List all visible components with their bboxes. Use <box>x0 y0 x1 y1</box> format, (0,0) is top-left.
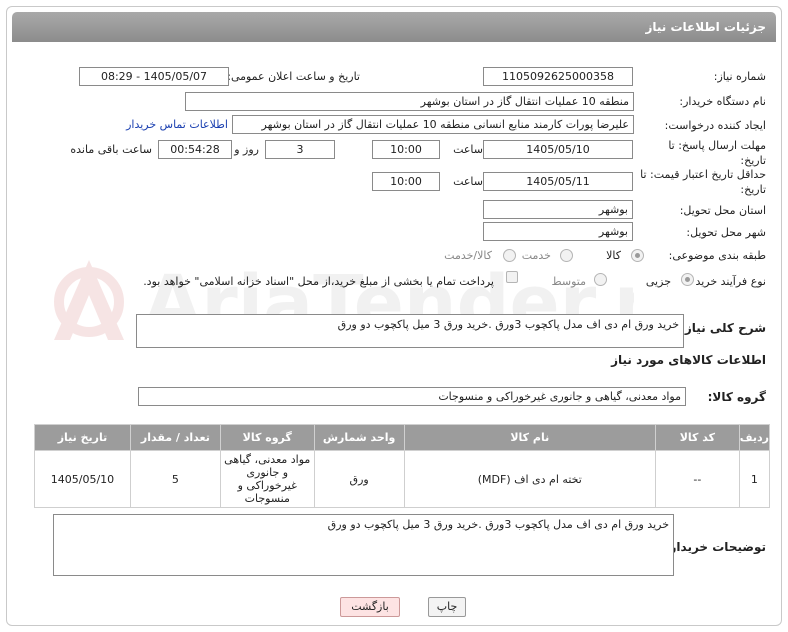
buyer-field: منطقه 10 عملیات انتقال گاز در استان بوشه… <box>185 92 634 111</box>
cell-group: مواد معدنی، گیاهی و جانوری غیرخوراکی و م… <box>219 450 315 508</box>
cell-date: 1405/05/10 <box>34 450 131 508</box>
col-name: نام کالا <box>403 424 656 451</box>
deadline-time-label: ساعت <box>453 143 483 156</box>
category-option-goods: کالا <box>606 249 621 262</box>
col-code: کد کالا <box>654 424 740 451</box>
days-label: روز و <box>234 143 259 156</box>
process-option-medium: متوسط <box>551 275 586 288</box>
process-label: نوع فرآیند خرید : <box>688 275 766 288</box>
print-button[interactable]: چاپ <box>428 597 466 617</box>
table-header-row: ردیف کد کالا نام کالا واحد شمارش گروه کا… <box>34 424 771 451</box>
process-radio-medium[interactable] <box>594 273 607 286</box>
process-option-minor: جزیی <box>645 275 671 288</box>
col-qty: تعداد / مقدار <box>129 424 221 451</box>
description-textarea[interactable]: خرید ورق ام دی اف مدل پاکچوب 3ورق .خرید … <box>136 314 684 348</box>
cell-row: 1 <box>738 450 771 508</box>
category-option-service: خدمت <box>521 249 551 262</box>
remaining-label: ساعت باقی مانده <box>70 143 152 156</box>
need-number-field: 1105092625000358 <box>483 67 633 86</box>
province-field: بوشهر <box>483 200 633 219</box>
city-field: بوشهر <box>483 222 633 241</box>
price-time-label: ساعت <box>453 175 483 188</box>
announce-label: تاریخ و ساعت اعلان عمومی: <box>227 70 360 83</box>
cell-qty: 5 <box>129 450 221 508</box>
goods-group-field: مواد معدنی، گیاهی و جانوری غیرخوراکی و م… <box>138 387 686 406</box>
creator-label: ایجاد کننده درخواست: <box>664 119 766 132</box>
cell-unit: ورق <box>313 450 405 508</box>
description-label: شرح کلی نیاز: <box>680 321 766 335</box>
col-row: ردیف <box>738 424 771 451</box>
goods-group-label: گروه کالا: <box>707 390 766 404</box>
days-field: 3 <box>265 140 335 159</box>
category-label: طبقه بندی موضوعی: <box>668 249 766 262</box>
category-radio-goods-service[interactable] <box>503 249 516 262</box>
goods-table: ردیف کد کالا نام کالا واحد شمارش گروه کا… <box>34 424 771 508</box>
price-date-field: 1405/05/11 <box>483 172 633 191</box>
col-date: تاریخ نیاز <box>34 424 131 451</box>
page-title: جزئیات اطلاعات نیاز <box>12 12 776 42</box>
announce-field: 1405/05/07 - 08:29 <box>79 67 229 86</box>
buyer-label: نام دستگاه خریدار: <box>679 95 766 108</box>
process-radio-minor[interactable] <box>681 273 694 286</box>
deadline-time-field: 10:00 <box>372 140 440 159</box>
province-label: استان محل تحویل: <box>679 204 766 217</box>
creator-field: علیرضا پورات کارمند منابع انسانی منطقه 1… <box>232 115 634 134</box>
col-group: گروه کالا <box>219 424 315 451</box>
table-row: 1 -- تخته ام دی اف (MDF) ورق مواد معدنی،… <box>34 450 771 508</box>
contact-info-link[interactable]: اطلاعات تماس خریدار <box>126 118 228 131</box>
treasury-note: پرداخت تمام یا بخشی از مبلغ خرید،از محل … <box>143 275 494 288</box>
buyer-notes-textarea[interactable]: خرید ورق ام دی اف مدل پاکچوب 3ورق .خرید … <box>53 514 674 576</box>
deadline-label: مهلت ارسال پاسخ: تا تاریخ: <box>668 139 766 167</box>
price-validity-label: حداقل تاریخ اعتبار قیمت: تا تاریخ: <box>640 168 766 196</box>
category-radio-service[interactable] <box>560 249 573 262</box>
cell-code: -- <box>654 450 740 508</box>
category-option-goods-service: کالا/خدمت <box>444 249 492 262</box>
goods-section-title: اطلاعات کالاهای مورد نیاز <box>611 353 766 367</box>
back-button[interactable]: بازگشت <box>340 597 400 617</box>
category-radio-goods[interactable] <box>631 249 644 262</box>
price-time-field: 10:00 <box>372 172 440 191</box>
treasury-checkbox[interactable] <box>506 271 518 283</box>
city-label: شهر محل تحویل: <box>686 226 766 239</box>
need-number-label: شماره نیاز: <box>713 70 766 83</box>
remaining-time-field: 00:54:28 <box>158 140 232 159</box>
cell-name: تخته ام دی اف (MDF) <box>403 450 656 508</box>
deadline-date-field: 1405/05/10 <box>483 140 633 159</box>
buyer-notes-label: توضیحات خریدار: <box>664 540 766 554</box>
col-unit: واحد شمارش <box>313 424 405 451</box>
